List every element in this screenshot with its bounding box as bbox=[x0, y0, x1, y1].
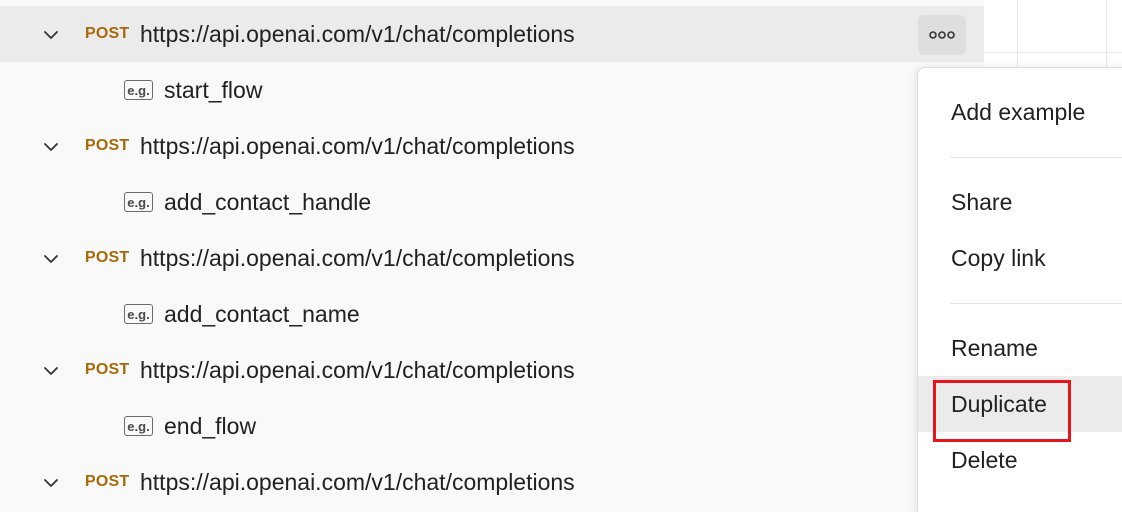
chevron-down-icon[interactable] bbox=[40, 136, 62, 158]
menu-item-copy-link[interactable]: Copy link bbox=[918, 230, 1122, 286]
chevron-down-icon[interactable] bbox=[40, 24, 62, 46]
example-icon: e.g. bbox=[124, 80, 153, 100]
menu-item-label: Rename bbox=[951, 334, 1038, 361]
menu-item-label: Add example bbox=[951, 98, 1086, 125]
menu-item-label: Delete bbox=[951, 446, 1018, 473]
more-actions-button[interactable] bbox=[918, 15, 966, 55]
context-menu: Add example Share Copy link Rename Dupli… bbox=[917, 67, 1122, 512]
request-row[interactable]: POST https://api.openai.com/v1/chat/comp… bbox=[0, 6, 984, 62]
example-icon: e.g. bbox=[124, 304, 153, 324]
example-row[interactable]: e.g. start_flow bbox=[0, 62, 984, 118]
method-badge: POST bbox=[85, 249, 130, 266]
menu-item-share[interactable]: Share bbox=[918, 174, 1122, 230]
request-row[interactable]: POST https://api.openai.com/v1/chat/comp… bbox=[0, 118, 984, 174]
more-horizontal-icon bbox=[929, 31, 955, 39]
menu-item-label: Share bbox=[951, 188, 1013, 215]
grid-line bbox=[984, 52, 1122, 53]
example-icon: e.g. bbox=[124, 416, 153, 436]
request-row[interactable]: POST https://api.openai.com/v1/chat/comp… bbox=[0, 454, 984, 510]
menu-item-duplicate[interactable]: Duplicate bbox=[918, 376, 1122, 432]
example-name: end_flow bbox=[164, 412, 257, 439]
chevron-down-icon[interactable] bbox=[40, 248, 62, 270]
example-name: start_flow bbox=[164, 76, 263, 103]
method-badge: POST bbox=[85, 25, 130, 42]
app-window: POST https://api.openai.com/v1/chat/comp… bbox=[0, 0, 1122, 512]
collection-tree: POST https://api.openai.com/v1/chat/comp… bbox=[0, 6, 984, 510]
menu-item-label: Duplicate bbox=[951, 390, 1047, 417]
chevron-down-icon[interactable] bbox=[40, 472, 62, 494]
menu-item-label: Copy link bbox=[951, 244, 1046, 271]
request-url: https://api.openai.com/v1/chat/completio… bbox=[140, 244, 575, 271]
method-badge: POST bbox=[85, 361, 130, 378]
menu-item-rename[interactable]: Rename bbox=[918, 320, 1122, 376]
request-row[interactable]: POST https://api.openai.com/v1/chat/comp… bbox=[0, 230, 984, 286]
example-row[interactable]: e.g. add_contact_name bbox=[0, 286, 984, 342]
method-badge: POST bbox=[85, 137, 130, 154]
menu-item-delete[interactable]: Delete bbox=[918, 432, 1122, 488]
example-icon: e.g. bbox=[124, 192, 153, 212]
request-row[interactable]: POST https://api.openai.com/v1/chat/comp… bbox=[0, 342, 984, 398]
example-name: add_contact_name bbox=[164, 300, 360, 327]
example-row[interactable]: e.g. add_contact_handle bbox=[0, 174, 984, 230]
method-badge: POST bbox=[85, 473, 130, 490]
menu-divider bbox=[950, 157, 1122, 158]
example-name: add_contact_handle bbox=[164, 188, 372, 215]
request-url: https://api.openai.com/v1/chat/completio… bbox=[140, 20, 575, 47]
example-row[interactable]: e.g. end_flow bbox=[0, 398, 984, 454]
request-url: https://api.openai.com/v1/chat/completio… bbox=[140, 356, 575, 383]
menu-divider bbox=[950, 303, 1122, 304]
request-url: https://api.openai.com/v1/chat/completio… bbox=[140, 468, 575, 495]
chevron-down-icon[interactable] bbox=[40, 360, 62, 382]
menu-item-add-example[interactable]: Add example bbox=[918, 84, 1122, 140]
request-url: https://api.openai.com/v1/chat/completio… bbox=[140, 132, 575, 159]
